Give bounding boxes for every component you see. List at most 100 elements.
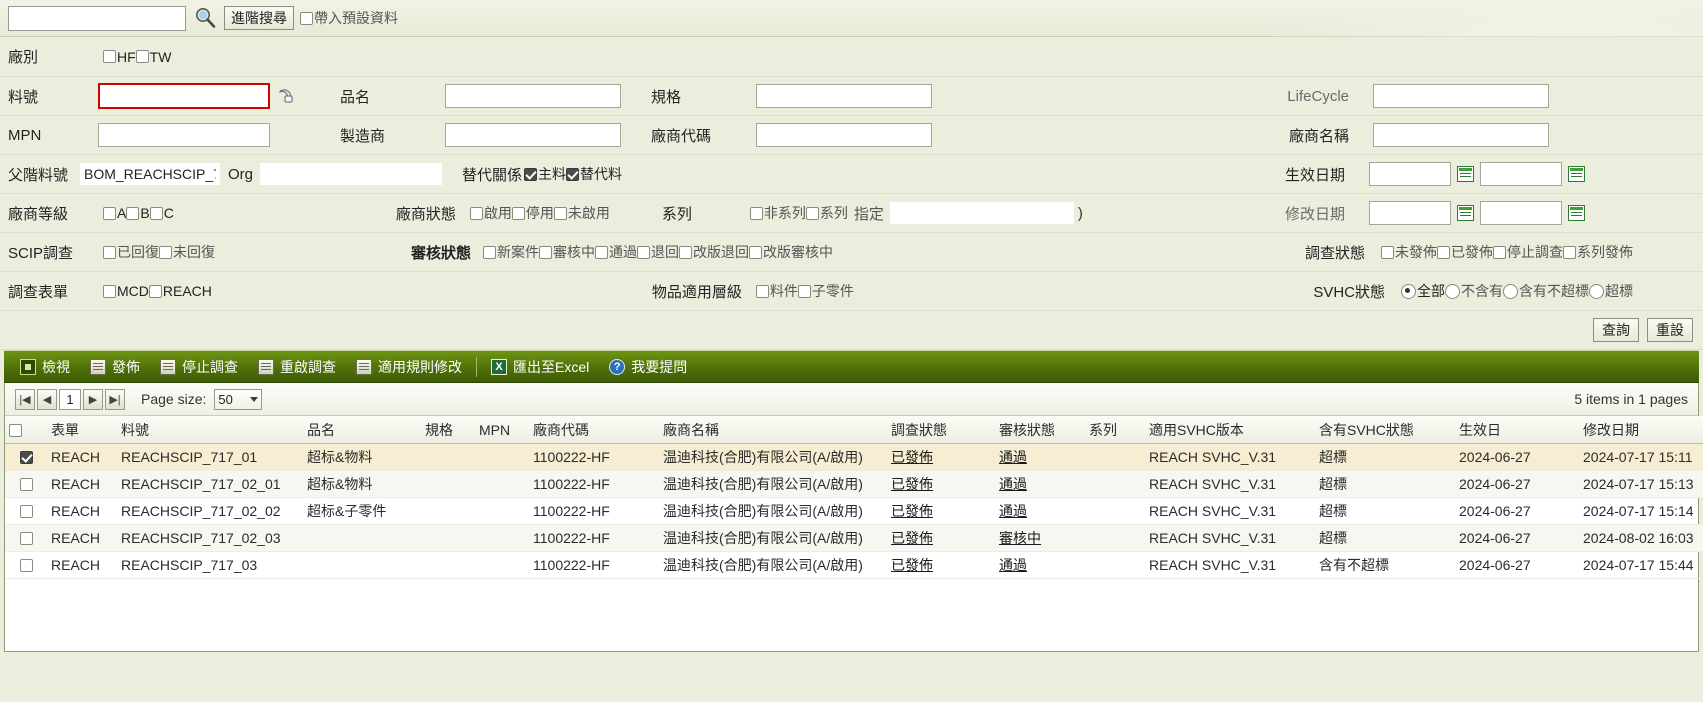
svhc-status-option-over[interactable]: 超標 [1589, 281, 1633, 301]
survey-form-option-reach[interactable]: REACH [148, 283, 212, 299]
default-data-checkbox-box[interactable] [300, 11, 313, 25]
vendor-grade-c-checkbox[interactable] [149, 206, 163, 220]
svhc-status-option-under[interactable]: 含有不超標 [1503, 281, 1589, 301]
pager-first-button[interactable]: |◀ [15, 388, 35, 410]
table-row[interactable]: REACH REACHSCIP_717_03 1100222-HF 温迪科技(合肥)有… [5, 551, 1703, 579]
survey-status-published-checkbox[interactable] [1437, 245, 1450, 259]
header-mpn[interactable]: MPN [475, 416, 529, 444]
calendar-icon[interactable] [1568, 166, 1585, 182]
audit-status-revreviewing-checkbox[interactable] [749, 245, 763, 259]
audit-status-option-revreturned[interactable]: 改版退回 [679, 242, 749, 262]
header-series[interactable]: 系列 [1085, 416, 1145, 444]
header-audit-status[interactable]: 審核狀態 [995, 416, 1085, 444]
cell-audit-status-link[interactable]: 通過 [999, 557, 1027, 573]
survey-form-mcd-checkbox[interactable] [103, 284, 116, 298]
audit-status-returned-checkbox[interactable] [637, 245, 651, 259]
search-icon[interactable] [192, 5, 218, 31]
audit-status-option-passed[interactable]: 通過 [595, 242, 637, 262]
survey-status-option-unpublished[interactable]: 未發佈 [1381, 242, 1437, 262]
survey-status-option-published[interactable]: 已發佈 [1437, 242, 1493, 262]
survey-status-option-seriespublished[interactable]: 系列發佈 [1563, 242, 1633, 262]
toolbar-item-stop-survey[interactable]: 停止調查 [150, 350, 248, 383]
vendor-status-option-inactive[interactable]: 停用 [511, 203, 554, 223]
cell-audit-status[interactable]: 通過 [995, 497, 1085, 525]
plant-option-tw[interactable]: TW [135, 49, 171, 65]
vendor-grade-b-checkbox[interactable] [126, 206, 140, 220]
pager-last-button[interactable]: ▶| [105, 388, 125, 410]
global-search-input[interactable] [8, 5, 186, 31]
org-input[interactable] [260, 163, 442, 185]
svhc-status-option-all[interactable]: 全部 [1401, 281, 1445, 301]
series-series-checkbox[interactable] [805, 206, 819, 220]
svhc-status-all-radio[interactable] [1401, 283, 1416, 299]
header-survey-status[interactable]: 調查狀態 [887, 416, 995, 444]
cell-audit-status[interactable]: 審核中 [995, 524, 1085, 552]
survey-form-reach-checkbox[interactable] [148, 284, 162, 298]
toolbar-item-restart-survey[interactable]: 重啟調查 [248, 350, 346, 383]
toolbar-item-publish[interactable]: 發佈 [80, 350, 150, 383]
survey-status-option-stopped[interactable]: 停止調查 [1493, 242, 1563, 262]
cell-survey-status-link[interactable]: 已發佈 [891, 449, 933, 465]
row-select-checkbox[interactable] [19, 478, 33, 491]
audit-status-reviewing-checkbox[interactable] [539, 245, 553, 259]
toolbar-item-export-excel[interactable]: X 匯出至Excel [481, 350, 599, 383]
header-spec[interactable]: 規格 [421, 416, 475, 444]
cell-audit-status[interactable]: 通過 [995, 470, 1085, 498]
series-nonseries-checkbox[interactable] [749, 206, 763, 220]
row-select-checkbox[interactable] [19, 559, 33, 572]
plant-hf-checkbox[interactable] [103, 50, 116, 63]
row-select-cell[interactable] [5, 497, 47, 525]
header-part-name[interactable]: 品名 [303, 416, 421, 444]
row-select-cell[interactable] [5, 551, 47, 579]
calendar-icon[interactable] [1457, 166, 1474, 182]
modify-date-to-input[interactable] [1480, 201, 1562, 225]
item-level-part-checkbox[interactable] [755, 284, 769, 298]
plant-tw-checkbox[interactable] [135, 50, 149, 63]
cell-audit-status-link[interactable]: 通過 [999, 503, 1027, 519]
parent-part-no-input[interactable] [80, 163, 220, 185]
reset-button[interactable]: 重設 [1647, 318, 1693, 342]
vendor-code-input[interactable] [756, 123, 932, 147]
row-select-cell[interactable] [5, 443, 47, 471]
series-option-nonseries[interactable]: 非系列 [749, 203, 806, 223]
item-level-option-part[interactable]: 料件 [755, 281, 798, 301]
part-picker-icon[interactable] [276, 87, 296, 105]
scip-survey-replied-checkbox[interactable] [103, 245, 116, 259]
cell-survey-status-link[interactable]: 已發佈 [891, 476, 933, 492]
part-no-input[interactable] [98, 83, 270, 109]
audit-status-passed-checkbox[interactable] [595, 245, 609, 259]
pager-next-button[interactable]: ▶ [83, 388, 103, 410]
svhc-status-under-radio[interactable] [1503, 283, 1518, 299]
cell-audit-status-link[interactable]: 通過 [999, 449, 1027, 465]
advanced-search-button[interactable]: 進階搜尋 [224, 6, 294, 30]
cell-survey-status[interactable]: 已發佈 [887, 551, 995, 579]
pager-page-input[interactable] [59, 388, 81, 410]
calendar-icon[interactable] [1568, 205, 1585, 221]
svhc-status-over-radio[interactable] [1589, 283, 1604, 299]
scip-survey-option-notreplied[interactable]: 未回復 [159, 242, 215, 262]
select-all-checkbox[interactable] [9, 423, 22, 437]
item-level-subpart-checkbox[interactable] [797, 284, 811, 298]
header-vendor-code[interactable]: 廠商代碼 [529, 416, 659, 444]
row-select-cell[interactable] [5, 524, 47, 552]
row-select-checkbox[interactable] [19, 532, 33, 545]
cell-audit-status[interactable]: 通過 [995, 443, 1085, 471]
table-row[interactable]: REACH REACHSCIP_717_02_03 1100222-HF 温迪科技(合… [5, 524, 1703, 552]
mpn-input[interactable] [98, 123, 270, 147]
series-assign-input[interactable] [889, 202, 1074, 224]
alt-relation-alt-checkbox[interactable] [566, 167, 580, 181]
alt-relation-option-main[interactable]: 主料 [524, 164, 566, 184]
header-svhc-version[interactable]: 適用SVHC版本 [1145, 416, 1315, 444]
header-form[interactable]: 表單 [47, 416, 117, 444]
toolbar-item-view[interactable]: 檢視 [10, 350, 80, 383]
series-option-series[interactable]: 系列 [805, 203, 848, 223]
header-select-all[interactable] [5, 416, 47, 444]
page-size-select[interactable]: 50 [214, 388, 263, 410]
vendor-status-active-checkbox[interactable] [469, 206, 483, 220]
vendor-grade-option-b[interactable]: B [126, 205, 150, 221]
table-row[interactable]: REACH REACHSCIP_717_01 超标&物料 1100222-HF 温迪科技… [5, 443, 1703, 471]
cell-survey-status[interactable]: 已發佈 [887, 497, 995, 525]
header-part-no[interactable]: 料號 [117, 416, 303, 444]
svhc-status-option-none[interactable]: 不含有 [1445, 281, 1503, 301]
cell-survey-status[interactable]: 已發佈 [887, 470, 995, 498]
